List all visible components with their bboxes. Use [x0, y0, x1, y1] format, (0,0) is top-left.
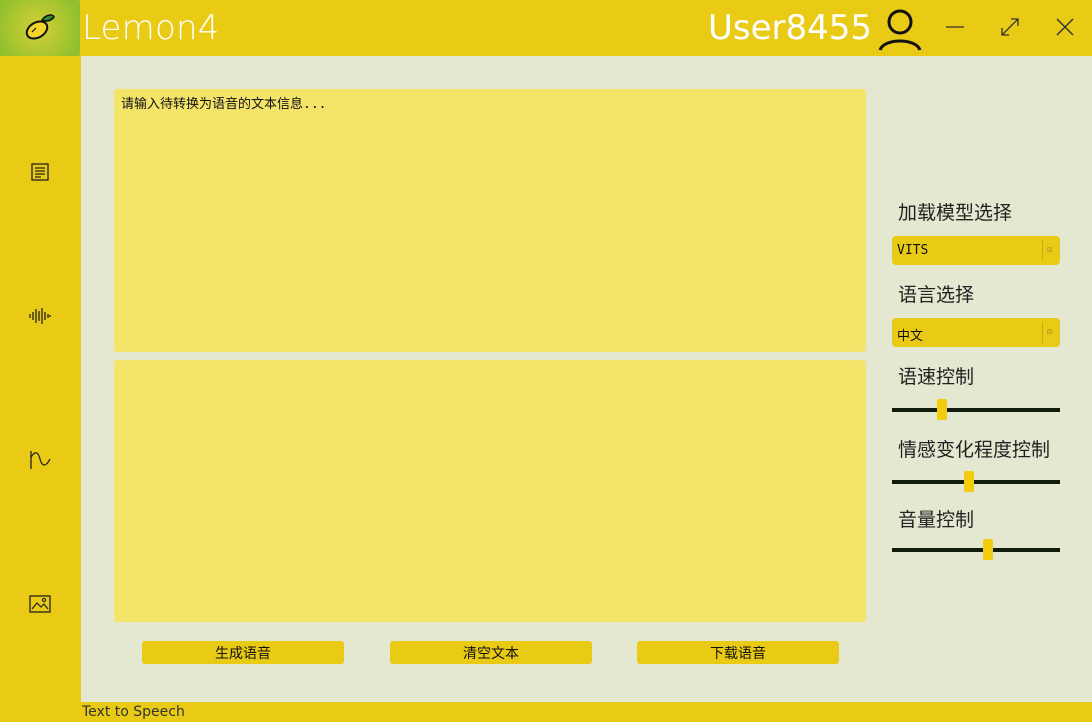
title-bar: Lemon4 User8455 — [0, 0, 1092, 56]
maximize-button[interactable] — [993, 10, 1027, 44]
model-select[interactable]: VITS — [892, 236, 1060, 265]
sidebar-item-text[interactable] — [20, 152, 60, 192]
model-select-label: 加载模型选择 — [898, 202, 1013, 224]
status-text: Text to Speech — [82, 704, 185, 720]
waveform-icon — [29, 308, 51, 324]
generate-speech-button[interactable]: 生成语音 — [142, 641, 344, 664]
user-avatar-icon[interactable] — [876, 8, 924, 52]
speed-slider[interactable] — [892, 399, 1060, 421]
user-name[interactable]: User8455 — [708, 8, 872, 48]
close-button[interactable] — [1048, 10, 1082, 44]
status-bar: Text to Speech — [81, 702, 1092, 722]
main-content: 生成语音 清空文本 下载语音 加载模型选择 VITS 语言选择 中文 语速控制 … — [81, 56, 1092, 702]
model-select-value: VITS — [897, 243, 929, 258]
speed-control-label: 语速控制 — [898, 366, 975, 388]
slider-track — [892, 548, 1060, 552]
volume-control-label: 音量控制 — [898, 509, 975, 531]
text-input[interactable] — [114, 89, 866, 352]
close-icon — [1056, 18, 1074, 36]
select-divider — [1042, 322, 1043, 343]
slider-thumb[interactable] — [982, 539, 993, 560]
dropdown-arrow-icon — [1047, 329, 1052, 334]
curve-icon — [30, 451, 51, 469]
minimize-button[interactable] — [938, 10, 972, 44]
image-icon — [29, 595, 51, 613]
sidebar — [0, 56, 81, 702]
lemon-logo-icon — [0, 0, 80, 56]
dropdown-arrow-icon — [1047, 247, 1052, 252]
select-divider — [1042, 240, 1043, 261]
language-select-value: 中文 — [897, 329, 924, 344]
app-title: Lemon4 — [82, 8, 220, 48]
download-speech-button[interactable]: 下载语音 — [637, 641, 839, 664]
slider-track — [892, 480, 1060, 484]
minimize-icon — [946, 26, 964, 28]
emotion-slider[interactable] — [892, 471, 1060, 493]
document-icon — [31, 163, 49, 181]
output-area — [114, 360, 866, 622]
slider-thumb[interactable] — [937, 399, 948, 420]
sidebar-item-audio[interactable] — [20, 296, 60, 336]
language-select-label: 语言选择 — [898, 284, 975, 306]
slider-track — [892, 408, 1060, 412]
slider-thumb[interactable] — [964, 471, 975, 492]
clear-text-button[interactable]: 清空文本 — [390, 641, 592, 664]
volume-slider[interactable] — [892, 539, 1060, 561]
expand-icon — [1001, 18, 1019, 36]
sidebar-item-curve[interactable] — [20, 440, 60, 480]
language-select[interactable]: 中文 — [892, 318, 1060, 347]
sidebar-item-image[interactable] — [20, 584, 60, 624]
emotion-control-label: 情感变化程度控制 — [898, 439, 1051, 461]
